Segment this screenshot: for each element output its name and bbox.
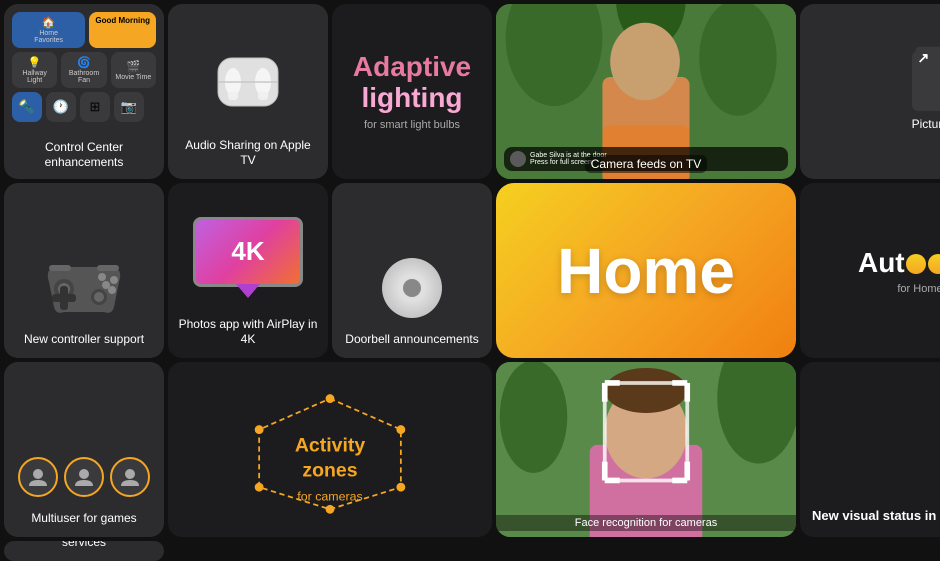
cc-bottom-row: 🔦 🕐 ⊞ 📷 <box>12 92 156 122</box>
auto-dot-o1 <box>906 254 926 274</box>
pip-label: Picture in Picture <box>912 117 940 133</box>
automations-sub: for HomeKit accessories <box>858 283 940 295</box>
face-recognition-label: Face recognition for cameras <box>496 515 796 531</box>
avatar-1 <box>18 457 58 497</box>
card-new-visual-status: 9:41 ▪▪▪ 71° 🔒 📡 💡 Home New visual statu… <box>800 362 940 537</box>
music-label: Third-party music services <box>14 541 154 551</box>
fourk-triangle <box>236 284 260 298</box>
card-4k-airplay: 4K Photos app with AirPlay in 4K <box>168 183 328 358</box>
card-camera-feeds: Gabe Silva is at the door Press for full… <box>496 4 796 179</box>
fourk-screen: 4K <box>193 217 303 287</box>
controller-label: New controller support <box>24 332 144 348</box>
avatar-2 <box>64 457 104 497</box>
cc-top-row: 🏠 HomeFavorites Good Morning <box>12 12 156 48</box>
cc-torch: 🔦 <box>12 92 42 122</box>
newvisual-label: New visual status in Home app <box>812 508 940 525</box>
card-control-center: 🏠 HomeFavorites Good Morning 💡 HallwayLi… <box>4 4 164 179</box>
fourk-visual: 4K <box>178 193 318 311</box>
svg-text:zones: zones <box>302 460 357 482</box>
camera-background: Gabe Silva is at the door Press for full… <box>496 4 796 179</box>
card-new-controller: New controller support <box>4 183 164 358</box>
card-adaptive-lighting: Adaptive lighting for smart light bulbs <box>332 4 492 179</box>
card-home: Home <box>496 183 796 358</box>
light-icon: 💡 <box>28 56 42 69</box>
adaptive-content: Adaptive lighting for smart light bulbs <box>353 52 471 132</box>
cc-camera: 📷 <box>114 92 144 122</box>
doorbell-button <box>403 279 421 297</box>
movie-icon: 🎬 <box>126 60 140 73</box>
person-icon-3 <box>119 466 141 488</box>
card-pip: ↗ Picture in Picture <box>800 4 940 179</box>
home-text: Home <box>557 234 735 308</box>
doorbell-label: Doorbell announcements <box>345 332 478 348</box>
card-doorbell: Doorbell announcements <box>332 183 492 358</box>
multiuser-label: Multiuser for games <box>31 511 136 527</box>
cc-clock: 🕐 <box>46 92 76 122</box>
card-music-services: Third-party music services <box>4 541 164 561</box>
pip-svg: ↗ <box>912 31 940 111</box>
camera-label-wrap: Camera feeds on TV <box>496 155 796 173</box>
cc-tile-bathroom: 🌀 BathroomFan <box>61 52 106 88</box>
grid-icon: ⊞ <box>90 99 101 115</box>
fourk-label: Photos app with AirPlay in 4K <box>178 317 318 348</box>
pip-visual: ↗ <box>912 51 940 111</box>
control-center-label: Control Center enhancements <box>12 140 156 171</box>
card-face-recognition: Face recognition for cameras <box>496 362 796 537</box>
audio-sharing-label: Audio Sharing on Apple TV <box>178 138 318 169</box>
automations-title: Autmations <box>858 247 940 279</box>
clock-icon: 🕐 <box>53 99 69 115</box>
person-icon-2 <box>73 466 95 488</box>
cc-content: 🏠 HomeFavorites Good Morning 💡 HallwayLi… <box>12 12 156 134</box>
cc-grid: ⊞ <box>80 92 110 122</box>
adaptive-title: Adaptive lighting <box>353 52 471 114</box>
feature-grid: 🏠 HomeFavorites Good Morning 💡 HallwayLi… <box>0 0 940 526</box>
camera-feeds-label: Camera feeds on TV <box>585 155 708 173</box>
fan-icon: 🌀 <box>77 56 91 69</box>
doorbell-device <box>382 258 442 318</box>
card-audio-sharing: Audio Sharing on Apple TV <box>168 4 328 179</box>
camera-icon: 📷 <box>121 99 137 115</box>
fourk-text: 4K <box>231 236 264 267</box>
cc-greeting: Good Morning <box>89 12 156 48</box>
automations-content: Autmations for HomeKit accessories <box>858 247 940 295</box>
airpods-image <box>193 48 303 128</box>
cc-tile-hallway: 💡 HallwayLight <box>12 52 57 88</box>
svg-text:Activity: Activity <box>295 435 365 457</box>
face-recognition-svg <box>496 362 796 537</box>
torch-icon: 🔦 <box>19 99 35 115</box>
cc-tile-home: 🏠 HomeFavorites <box>12 12 85 48</box>
avatar-3 <box>110 457 150 497</box>
cc-tile-movie: 🎬 Movie Time <box>111 52 156 88</box>
card-multiuser: Multiuser for games <box>4 362 164 537</box>
adaptive-word2: lighting <box>361 82 462 113</box>
svg-text:for cameras: for cameras <box>297 489 362 503</box>
auto-dot-o2 <box>928 254 940 274</box>
home-icon: 🏠 <box>42 16 56 29</box>
svg-text:↗: ↗ <box>918 49 930 65</box>
cc-mid-row: 💡 HallwayLight 🌀 BathroomFan 🎬 Movie Tim… <box>12 52 156 88</box>
adaptive-sub: for smart light bulbs <box>353 119 471 131</box>
multiuser-avatars <box>18 457 150 497</box>
controller-image <box>34 257 134 322</box>
adaptive-word1: Adaptive <box>353 51 471 82</box>
person-icon <box>27 466 49 488</box>
card-automations: Autmations for HomeKit accessories <box>800 183 940 358</box>
auto-text-part1: Aut <box>858 247 905 278</box>
card-activity-zones: Activity zones for cameras <box>168 362 492 537</box>
activity-zones-svg: Activity zones for cameras <box>178 372 482 527</box>
